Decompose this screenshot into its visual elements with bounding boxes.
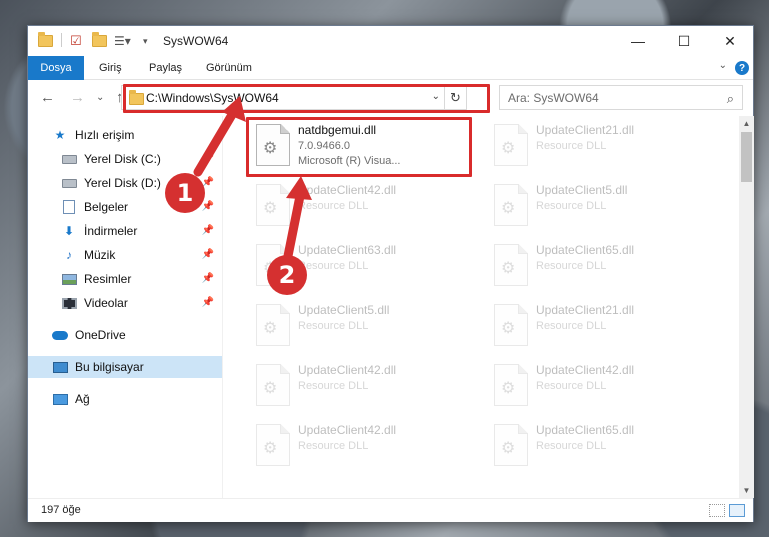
arrow-to-file [283,191,305,261]
arrowhead-icon [286,176,312,200]
callout-badge-2: 2 [267,255,307,295]
callout-arrows [193,96,312,261]
callout-badge-1: 1 [165,173,205,213]
arrow-to-address-bar [193,103,241,177]
